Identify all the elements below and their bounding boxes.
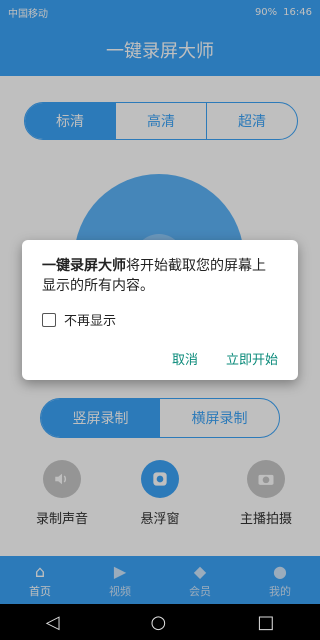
dialog-actions: 取消 立即开始	[172, 349, 278, 368]
dialog-message: 一键录屏大师将开始截取您的屏幕上显示的所有内容。	[42, 256, 278, 296]
screen-capture-dialog: 一键录屏大师将开始截取您的屏幕上显示的所有内容。 不再显示 取消 立即开始	[22, 240, 298, 380]
cancel-button[interactable]: 取消	[172, 349, 198, 368]
dialog-app-name: 一键录屏大师	[42, 258, 126, 274]
dont-show-again[interactable]: 不再显示	[42, 310, 278, 329]
system-nav-bar: ◁ ○ □	[0, 604, 320, 640]
checkbox-label: 不再显示	[64, 314, 117, 329]
recents-icon[interactable]: □	[257, 612, 274, 633]
home-circle-icon[interactable]: ○	[151, 612, 167, 633]
checkbox[interactable]	[42, 312, 56, 327]
start-now-button[interactable]: 立即开始	[226, 349, 278, 368]
back-icon[interactable]: ◁	[46, 612, 60, 633]
